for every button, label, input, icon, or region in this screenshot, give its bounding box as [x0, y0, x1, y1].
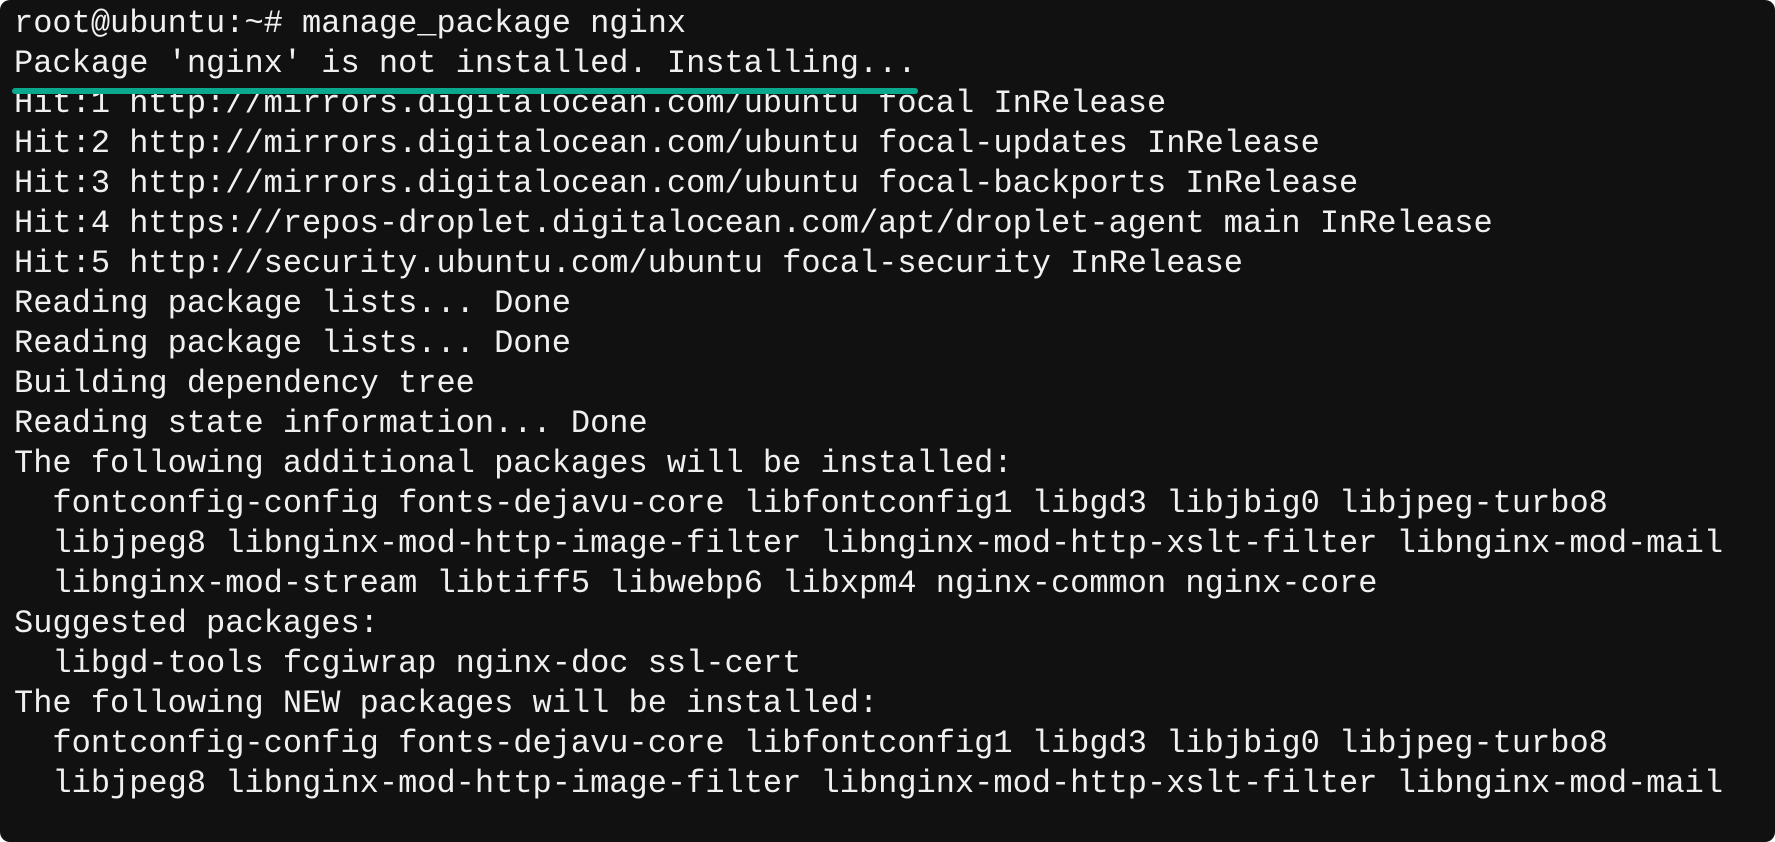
output-line: libjpeg8 libnginx-mod-http-image-filter …: [14, 765, 1724, 802]
output-line: Reading state information... Done: [14, 405, 648, 442]
output-line: Reading package lists... Done: [14, 285, 571, 322]
output-line: Building dependency tree: [14, 365, 475, 402]
output-line: Reading package lists... Done: [14, 325, 571, 362]
terminal-window[interactable]: root@ubuntu:~# manage_package nginx Packa…: [0, 0, 1775, 842]
output-line: Hit:4 https://repos-droplet.digitalocean…: [14, 205, 1493, 242]
output-line: The following additional packages will b…: [14, 445, 1013, 482]
output-line: fontconfig-config fonts-dejavu-core libf…: [14, 485, 1608, 522]
output-line: Hit:2 http://mirrors.digitalocean.com/ub…: [14, 125, 1320, 162]
output-line: libjpeg8 libnginx-mod-http-image-filter …: [14, 525, 1724, 562]
output-line: Hit:3 http://mirrors.digitalocean.com/ub…: [14, 165, 1359, 202]
output-line: fontconfig-config fonts-dejavu-core libf…: [14, 725, 1608, 762]
terminal-output: root@ubuntu:~# manage_package nginx Packa…: [14, 4, 1723, 804]
output-line: Hit:5 http://security.ubuntu.com/ubuntu …: [14, 245, 1243, 282]
status-line-highlighted: Package 'nginx' is not installed. Instal…: [14, 45, 917, 82]
output-line: libnginx-mod-stream libtiff5 libwebp6 li…: [14, 565, 1378, 602]
command-prompt-line: root@ubuntu:~# manage_package nginx: [14, 5, 687, 42]
output-line: Suggested packages:: [14, 605, 379, 642]
highlight-underline: [12, 88, 918, 94]
output-line: The following NEW packages will be insta…: [14, 685, 879, 722]
output-line: libgd-tools fcgiwrap nginx-doc ssl-cert: [14, 645, 802, 682]
